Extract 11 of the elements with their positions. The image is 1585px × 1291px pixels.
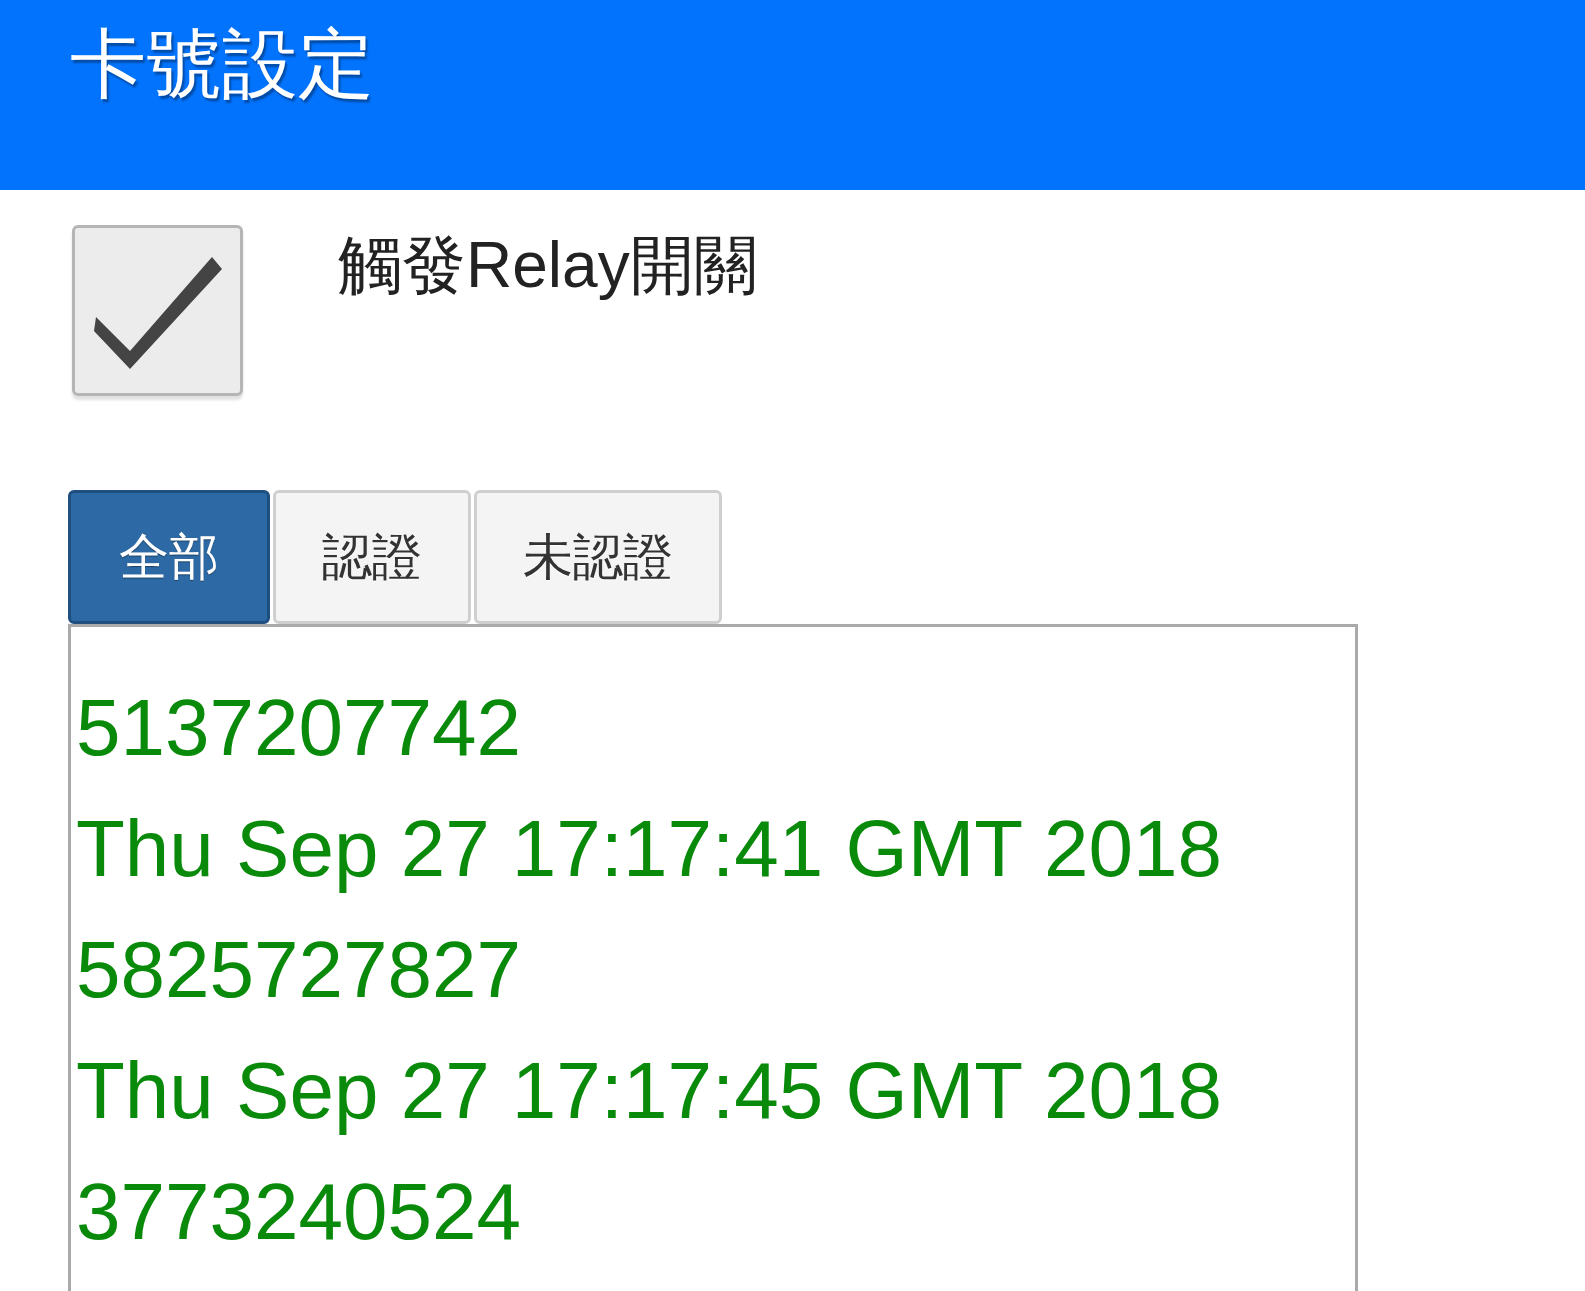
- screen-title: 卡號設定: [70, 26, 374, 102]
- log-line: Thu Sep 27 17:17:41 GMT 2018: [76, 803, 1222, 895]
- relay-checkbox[interactable]: [72, 225, 243, 396]
- log-line: 5825727827: [76, 924, 521, 1016]
- log-line: 3773240524: [76, 1166, 521, 1258]
- log-line: Thu Sep 27 17:17:45 GMT 2018: [76, 1045, 1222, 1137]
- log-line: 5137207742: [76, 682, 521, 774]
- relay-label: 觸發Relay開關: [338, 228, 758, 303]
- filter-tab[interactable]: 認證: [273, 490, 471, 624]
- filter-tab[interactable]: 全部: [68, 490, 270, 624]
- filter-tab[interactable]: 未認證: [474, 490, 722, 624]
